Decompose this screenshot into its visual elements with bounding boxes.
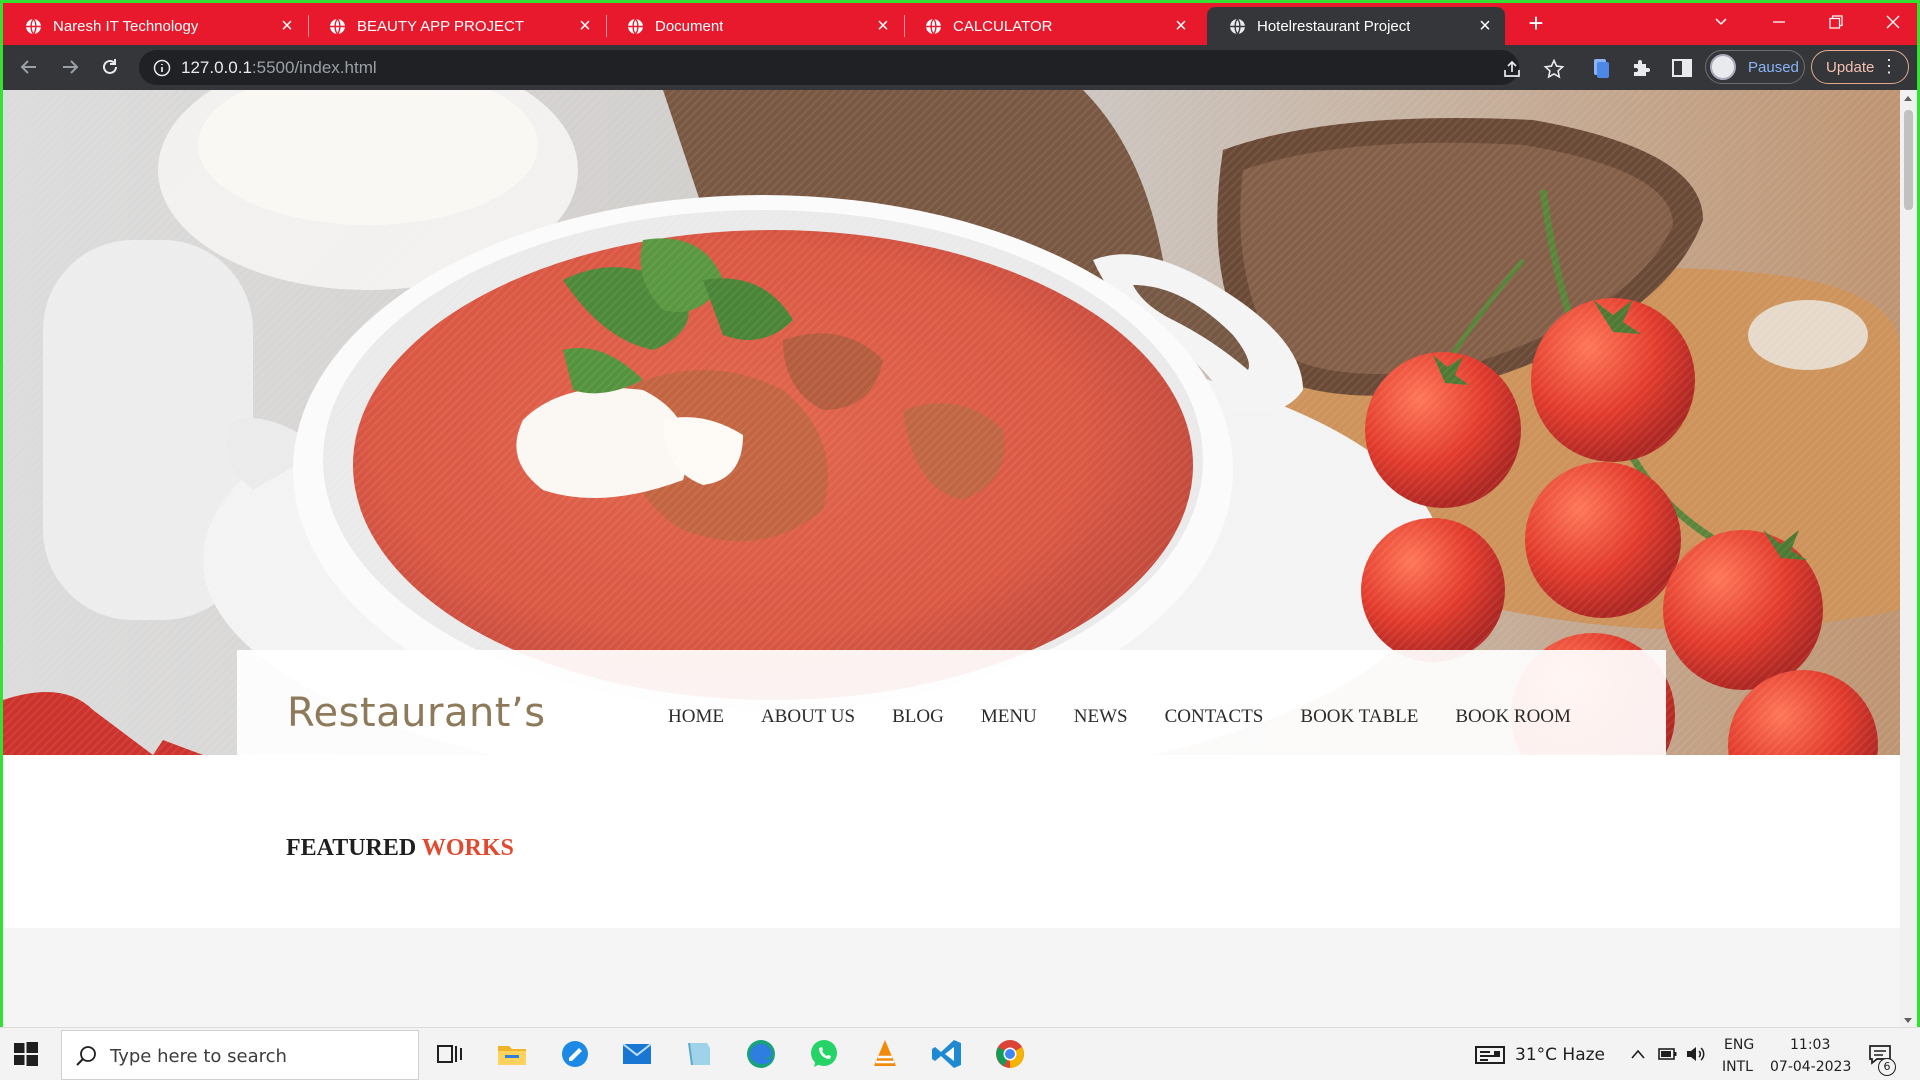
feedback-app-icon[interactable] <box>558 1037 592 1071</box>
browser-tab[interactable]: Naresh IT Technology × <box>3 7 307 45</box>
main-menu: HOME ABOUT US BLOG MENU NEWS CONTACTS BO… <box>668 706 1608 728</box>
language-code[interactable]: ENG <box>1724 1037 1754 1053</box>
screen: Naresh IT Technology × BEAUTY APP PROJEC… <box>0 0 1920 1080</box>
whatsapp-icon[interactable] <box>807 1037 841 1071</box>
globe-icon <box>1230 18 1245 34</box>
close-icon[interactable]: × <box>277 16 297 36</box>
tab-title: BEAUTY APP PROJECT <box>357 17 524 35</box>
featured-title-accent: WORKS <box>421 835 514 861</box>
browser-tab-active[interactable]: Hotelrestaurant Project × <box>1207 7 1505 45</box>
kebab-menu-icon[interactable]: ⋮ <box>1880 57 1898 75</box>
restore-icon[interactable] <box>1820 8 1852 38</box>
close-icon[interactable]: × <box>575 16 595 36</box>
forward-arrow-icon[interactable] <box>56 53 84 81</box>
page-viewport: Restaurant’s HOME ABOUT US BLOG MENU NEW… <box>3 90 1900 1030</box>
featured-works-heading: FEATURED WORKS <box>286 835 514 862</box>
scroll-down-icon[interactable] <box>1904 1018 1912 1023</box>
address-bar[interactable]: 127.0.0.1:5500/index.html <box>139 50 1565 85</box>
menu-item-book-table[interactable]: BOOK TABLE <box>1300 706 1418 728</box>
gray-section <box>3 928 1900 1030</box>
bookmark-star-icon[interactable] <box>1543 58 1565 80</box>
extension-doc-icon[interactable] <box>1589 56 1613 80</box>
browser-toolbar: 127.0.0.1:5500/index.html Paused Update … <box>3 45 1917 90</box>
menu-item-about-us[interactable]: ABOUT US <box>761 706 855 728</box>
tab-search-icon[interactable] <box>1705 8 1737 38</box>
volume-icon[interactable] <box>1685 1044 1705 1064</box>
menu-item-home[interactable]: HOME <box>668 706 724 728</box>
weather-icon[interactable] <box>1475 1045 1505 1065</box>
url-host: 127.0.0.1 <box>181 58 252 77</box>
menu-item-book-room[interactable]: BOOK ROOM <box>1455 706 1571 728</box>
update-label: Update <box>1826 58 1875 76</box>
menu-item-news[interactable]: NEWS <box>1074 706 1128 728</box>
tab-title: Hotelrestaurant Project <box>1257 17 1411 35</box>
menu-item-blog[interactable]: BLOG <box>892 706 944 728</box>
weather-text[interactable]: 31°C Haze <box>1515 1045 1605 1065</box>
browser-tab[interactable]: CALCULATOR × <box>903 7 1201 45</box>
search-placeholder: Type here to search <box>110 1046 287 1067</box>
tab-title: Document <box>655 17 724 35</box>
edge-browser-icon[interactable] <box>744 1037 778 1071</box>
chrome-browser-icon[interactable] <box>993 1037 1027 1071</box>
notification-badge: 6 <box>1878 1058 1896 1076</box>
windows-taskbar: Type here to search 31°C Haze ENG INTL 1… <box>0 1027 1920 1080</box>
globe-icon <box>628 18 643 34</box>
close-icon[interactable]: × <box>1475 16 1495 36</box>
scrollbar-thumb[interactable] <box>1904 110 1913 210</box>
globe-icon <box>926 18 941 34</box>
clock-date[interactable]: 07-04-2023 <box>1770 1059 1851 1075</box>
browser-tab[interactable]: BEAUTY APP PROJECT × <box>307 7 605 45</box>
close-icon[interactable]: × <box>873 16 893 36</box>
keyboard-layout[interactable]: INTL <box>1722 1059 1753 1075</box>
globe-icon <box>26 18 41 34</box>
globe-icon <box>330 18 345 34</box>
reload-icon[interactable] <box>96 53 124 81</box>
share-icon[interactable] <box>1501 58 1523 80</box>
site-navbar: Restaurant’s HOME ABOUT US BLOG MENU NEW… <box>237 650 1666 755</box>
new-tab-button[interactable]: + <box>1523 10 1549 37</box>
address-url[interactable]: 127.0.0.1:5500/index.html <box>181 58 377 78</box>
search-icon <box>76 1046 96 1066</box>
tab-title: Naresh IT Technology <box>53 17 199 35</box>
clock-time[interactable]: 11:03 <box>1790 1037 1830 1053</box>
notepad-app-icon[interactable] <box>682 1037 716 1071</box>
site-logo[interactable]: Restaurant’s <box>287 690 546 736</box>
windows-start-icon[interactable] <box>14 1042 38 1066</box>
vscode-icon[interactable] <box>930 1037 964 1071</box>
scroll-up-icon[interactable] <box>1904 96 1912 101</box>
featured-title-dark: FEATURED <box>286 835 417 861</box>
avatar <box>1710 54 1736 80</box>
menu-item-menu[interactable]: MENU <box>981 706 1037 728</box>
side-panel-icon[interactable] <box>1670 56 1694 80</box>
menu-item-contacts[interactable]: CONTACTS <box>1165 706 1264 728</box>
window-close-icon[interactable] <box>1877 8 1909 38</box>
vlc-player-icon[interactable] <box>868 1037 902 1071</box>
close-icon[interactable]: × <box>1171 16 1191 36</box>
minimize-icon[interactable] <box>1763 8 1795 38</box>
profile-button[interactable]: Paused <box>1705 50 1805 84</box>
back-arrow-icon[interactable] <box>15 53 43 81</box>
url-path: :5500/index.html <box>251 58 377 77</box>
taskbar-search[interactable]: Type here to search <box>61 1030 419 1080</box>
extensions-puzzle-icon[interactable] <box>1630 56 1654 80</box>
file-explorer-icon[interactable] <box>495 1037 529 1071</box>
profile-status: Paused <box>1748 58 1799 76</box>
update-button[interactable]: Update ⋮ <box>1811 50 1909 84</box>
page-scrollbar[interactable] <box>1900 90 1917 1030</box>
tab-title: CALCULATOR <box>953 17 1053 35</box>
mail-icon[interactable] <box>620 1037 654 1071</box>
chevron-up-icon[interactable] <box>1630 1047 1646 1061</box>
browser-tab[interactable]: Document × <box>605 7 903 45</box>
site-info-icon[interactable] <box>153 59 171 77</box>
battery-icon[interactable] <box>1658 1045 1678 1063</box>
browser-tab-strip: Naresh IT Technology × BEAUTY APP PROJEC… <box>3 3 1917 45</box>
task-view-icon[interactable] <box>433 1037 467 1071</box>
